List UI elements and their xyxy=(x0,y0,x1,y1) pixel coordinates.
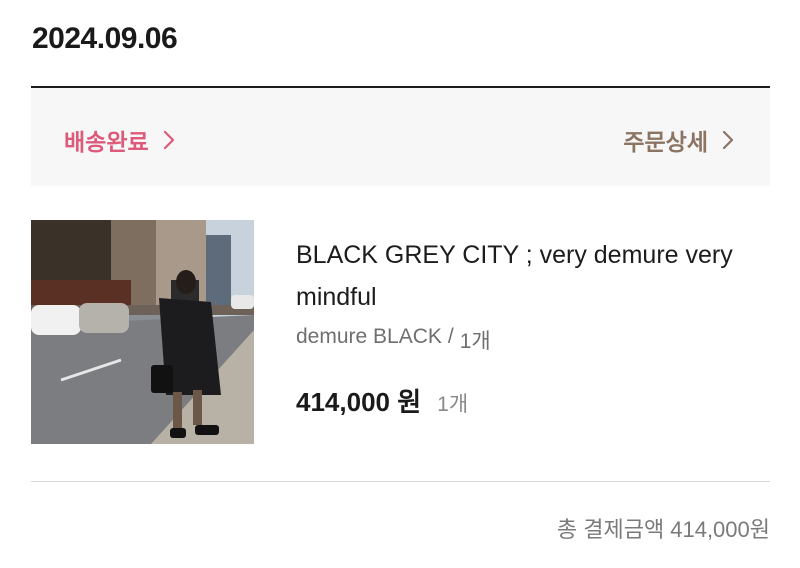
chevron-right-icon xyxy=(722,130,734,150)
product-option: demure BLACK / 1개 xyxy=(296,325,491,355)
product-option-qty: 1개 xyxy=(459,330,491,353)
product-option-name: demure BLACK xyxy=(296,325,442,348)
product-option-separator: / xyxy=(447,325,454,348)
delivery-status-label: 배송완료 xyxy=(64,129,149,155)
total-payment: 총 결제금액 414,000원 xyxy=(557,512,770,544)
order-detail-label: 주문상세 xyxy=(623,129,708,155)
total-payment-label: 총 결제금액 xyxy=(556,517,665,542)
order-status-bar: 배송완료 주문상세 xyxy=(31,88,770,186)
product-price-row: 414,000 원 1개 xyxy=(296,382,468,419)
order-date: 2024.09.06 xyxy=(32,22,178,55)
delivery-status-link[interactable]: 배송완료 xyxy=(64,123,179,157)
product-price: 414,000 원 xyxy=(296,387,422,417)
product-quantity: 1개 xyxy=(437,393,469,416)
order-detail-link[interactable]: 주문상세 xyxy=(623,123,738,157)
product-image[interactable] xyxy=(31,220,254,444)
total-payment-amount: 414,000원 xyxy=(670,517,770,542)
product-name[interactable]: BLACK GREY CITY ; very demure very mindf… xyxy=(296,234,756,318)
summary-divider xyxy=(31,481,770,482)
chevron-right-icon xyxy=(163,130,174,150)
order-page: 2024.09.06 배송완료 주문상세 BLACK GREY CITY ; v… xyxy=(0,0,800,568)
